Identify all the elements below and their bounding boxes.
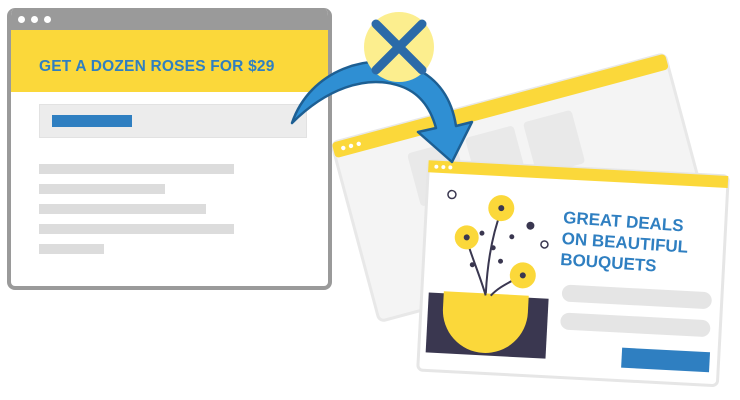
x-icon <box>364 12 434 82</box>
redirect-overlay <box>290 12 474 164</box>
